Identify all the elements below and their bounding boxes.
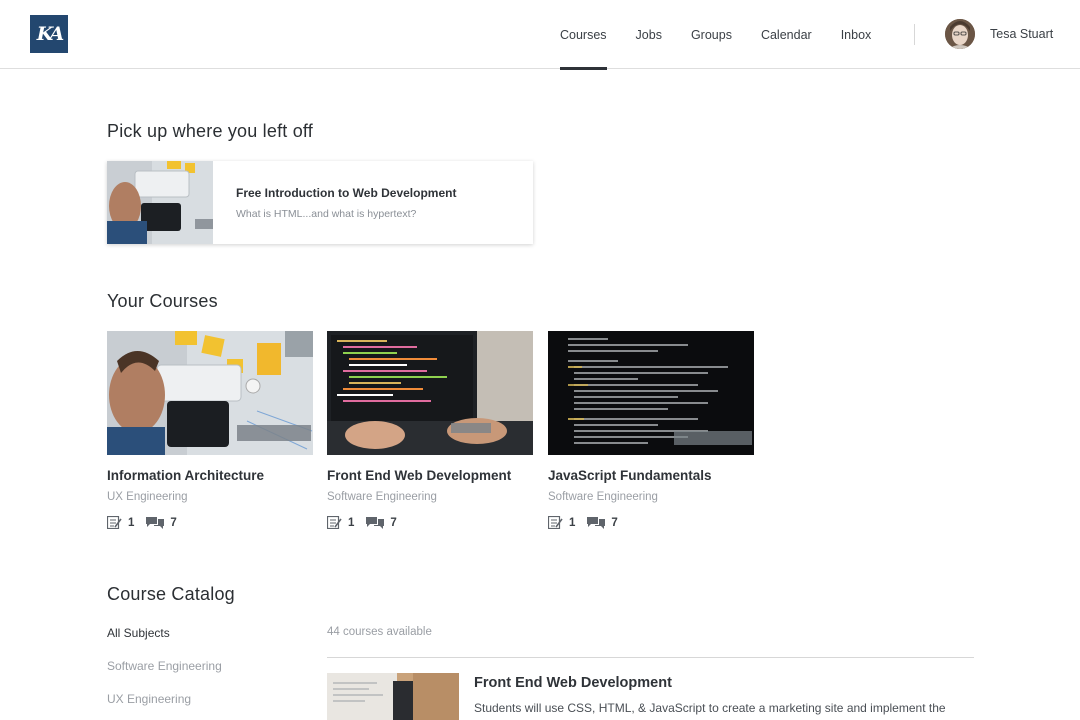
nav-inbox[interactable]: Inbox — [841, 0, 872, 69]
top-navigation-bar: KA Courses Jobs Groups Calendar Inbox Te… — [0, 0, 1080, 70]
course-stats: 1 7 — [107, 516, 313, 529]
discussion-count: 7 — [170, 516, 177, 529]
resume-heading: Pick up where you left off — [107, 121, 313, 141]
discussion-icon — [366, 517, 385, 529]
course-card-front-end-web-development[interactable]: Front End Web Development Software Engin… — [327, 331, 533, 529]
course-category: Software Engineering — [548, 491, 658, 503]
brand-logo[interactable]: KA — [30, 15, 68, 53]
nav-groups[interactable]: Groups — [691, 0, 732, 69]
assignment-icon — [548, 516, 563, 529]
user-avatar[interactable] — [945, 19, 975, 49]
assignments-stat: 1 — [107, 516, 134, 529]
course-thumbnail — [107, 331, 313, 455]
logo-mark: KA — [36, 23, 64, 45]
your-courses-heading: Your Courses — [107, 291, 218, 311]
main-nav: Courses Jobs Groups Calendar Inbox — [560, 0, 900, 70]
course-title: Information Architecture — [107, 468, 265, 483]
subject-filter-software-engineering[interactable]: Software Engineering — [107, 659, 222, 673]
assignment-icon — [107, 516, 122, 529]
course-category: Software Engineering — [327, 491, 437, 503]
course-stats: 1 7 — [327, 516, 533, 529]
catalog-course-description: Students will use CSS, HTML, & JavaScrip… — [474, 701, 946, 715]
nav-courses[interactable]: Courses — [560, 0, 607, 70]
course-title: Front End Web Development — [327, 468, 512, 483]
discussion-icon — [146, 517, 165, 529]
course-thumbnail — [327, 331, 533, 455]
course-card-information-architecture[interactable]: Information Architecture UX Engineering … — [107, 331, 313, 529]
course-catalog-heading: Course Catalog — [107, 584, 235, 604]
subject-filter-all[interactable]: All Subjects — [107, 626, 170, 640]
discussion-icon — [587, 517, 606, 529]
user-name[interactable]: Tesa Stuart — [990, 27, 1053, 41]
discussion-count: 7 — [611, 516, 618, 529]
discussion-count: 7 — [390, 516, 397, 529]
nav-jobs[interactable]: Jobs — [636, 0, 662, 69]
course-card-javascript-fundamentals[interactable]: JavaScript Fundamentals Software Enginee… — [548, 331, 754, 529]
courses-available-count: 44 courses available — [327, 626, 432, 638]
catalog-course-title[interactable]: Front End Web Development — [474, 675, 672, 691]
resume-course-card[interactable]: Free Introduction to Web Development Wha… — [107, 161, 533, 244]
course-title: JavaScript Fundamentals — [548, 468, 712, 483]
resume-course-thumbnail — [107, 161, 213, 244]
catalog-divider — [327, 657, 974, 658]
resume-course-title: Free Introduction to Web Development — [236, 186, 457, 200]
discussions-stat: 7 — [587, 516, 618, 529]
course-thumbnail — [548, 331, 754, 455]
course-category: UX Engineering — [107, 491, 188, 503]
discussions-stat: 7 — [366, 516, 397, 529]
assignments-stat: 1 — [548, 516, 575, 529]
course-stats: 1 7 — [548, 516, 754, 529]
nav-divider — [914, 24, 915, 45]
catalog-course-thumbnail[interactable] — [327, 673, 459, 720]
assignment-count: 1 — [569, 516, 576, 529]
assignment-count: 1 — [348, 516, 355, 529]
resume-lesson-subtitle: What is HTML...and what is hypertext? — [236, 208, 417, 220]
discussions-stat: 7 — [146, 516, 177, 529]
nav-calendar[interactable]: Calendar — [761, 0, 812, 69]
assignments-stat: 1 — [327, 516, 354, 529]
assignment-icon — [327, 516, 342, 529]
assignment-count: 1 — [128, 516, 135, 529]
subject-filter-ux-engineering[interactable]: UX Engineering — [107, 692, 191, 706]
